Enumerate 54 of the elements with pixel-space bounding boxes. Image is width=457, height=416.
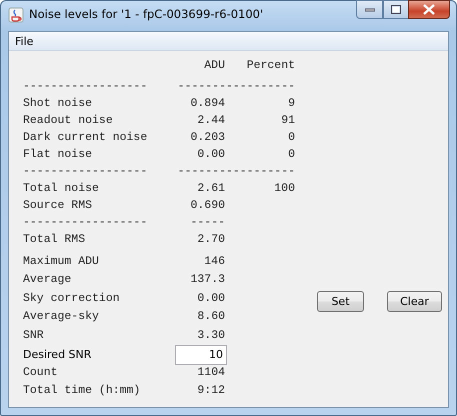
row-label: Average [23,273,72,286]
adu-value: 0.203 [189,131,225,144]
percent-value: 91 [280,114,295,127]
adu-value: 0.894 [189,97,225,110]
row-label: Total RMS [23,233,86,246]
adu-value: 0.00 [196,148,225,161]
row-label: Total time (h:mm) [23,384,142,398]
adu-value: 3.30 [196,328,225,342]
row-label: Flat noise [23,148,94,161]
separator-text: ------------------ [23,216,148,229]
field-label: Desired SNR [23,348,92,361]
minimize-button[interactable] [356,0,383,19]
row-label: Sky correction [23,292,121,305]
percent-value: 100 [273,182,295,195]
menu-item[interactable]: File [13,34,36,48]
adu-value: 0.690 [189,199,225,212]
set-button[interactable]: Set [317,291,364,312]
adu-value: 146 [203,254,225,268]
minimize-icon [364,8,374,12]
window-title: Noise levels for '1 - fpC-003699-r6-0100' [29,7,264,21]
row-label: Count [23,366,59,379]
percent-value: 0 [287,148,295,161]
row-label: Source RMS [23,199,94,212]
input-field[interactable]: 10 [175,344,227,364]
adu-value: 2.70 [196,233,225,246]
separator-text: ------------------ [23,80,148,93]
adu-value: 2.44 [196,114,225,127]
separator-text: ------------------ [23,165,148,178]
close-icon [423,4,435,15]
column-header: ADU [203,59,225,72]
adu-value: 8.60 [196,310,225,324]
adu-value: 9:12 [196,384,225,398]
adu-value: 2.61 [196,182,225,195]
row-label: Maximum ADU [23,254,100,268]
adu-value: 137.3 [189,273,225,286]
maximize-button[interactable] [383,0,409,19]
java-cup-icon [8,7,24,23]
separator-text: ----------------- [176,165,295,178]
maximize-icon [391,5,401,14]
row-label: Average-sky [23,310,100,324]
column-header: Percent [246,59,295,72]
separator-text: ----------------- [176,80,295,93]
adu-value: 1104 [196,366,225,379]
row-label: Dark current noise [23,131,148,144]
row-label: Shot noise [23,97,94,110]
clear-button[interactable]: Clear [387,291,442,312]
percent-value: 9 [287,97,295,110]
separator-text: ----- [189,216,225,229]
adu-value: 0.00 [196,292,225,305]
row-label: Total noise [23,182,100,195]
close-button[interactable] [408,0,450,19]
percent-value: 0 [287,131,295,144]
row-label: Readout noise [23,114,114,127]
row-label: SNR [23,328,45,342]
